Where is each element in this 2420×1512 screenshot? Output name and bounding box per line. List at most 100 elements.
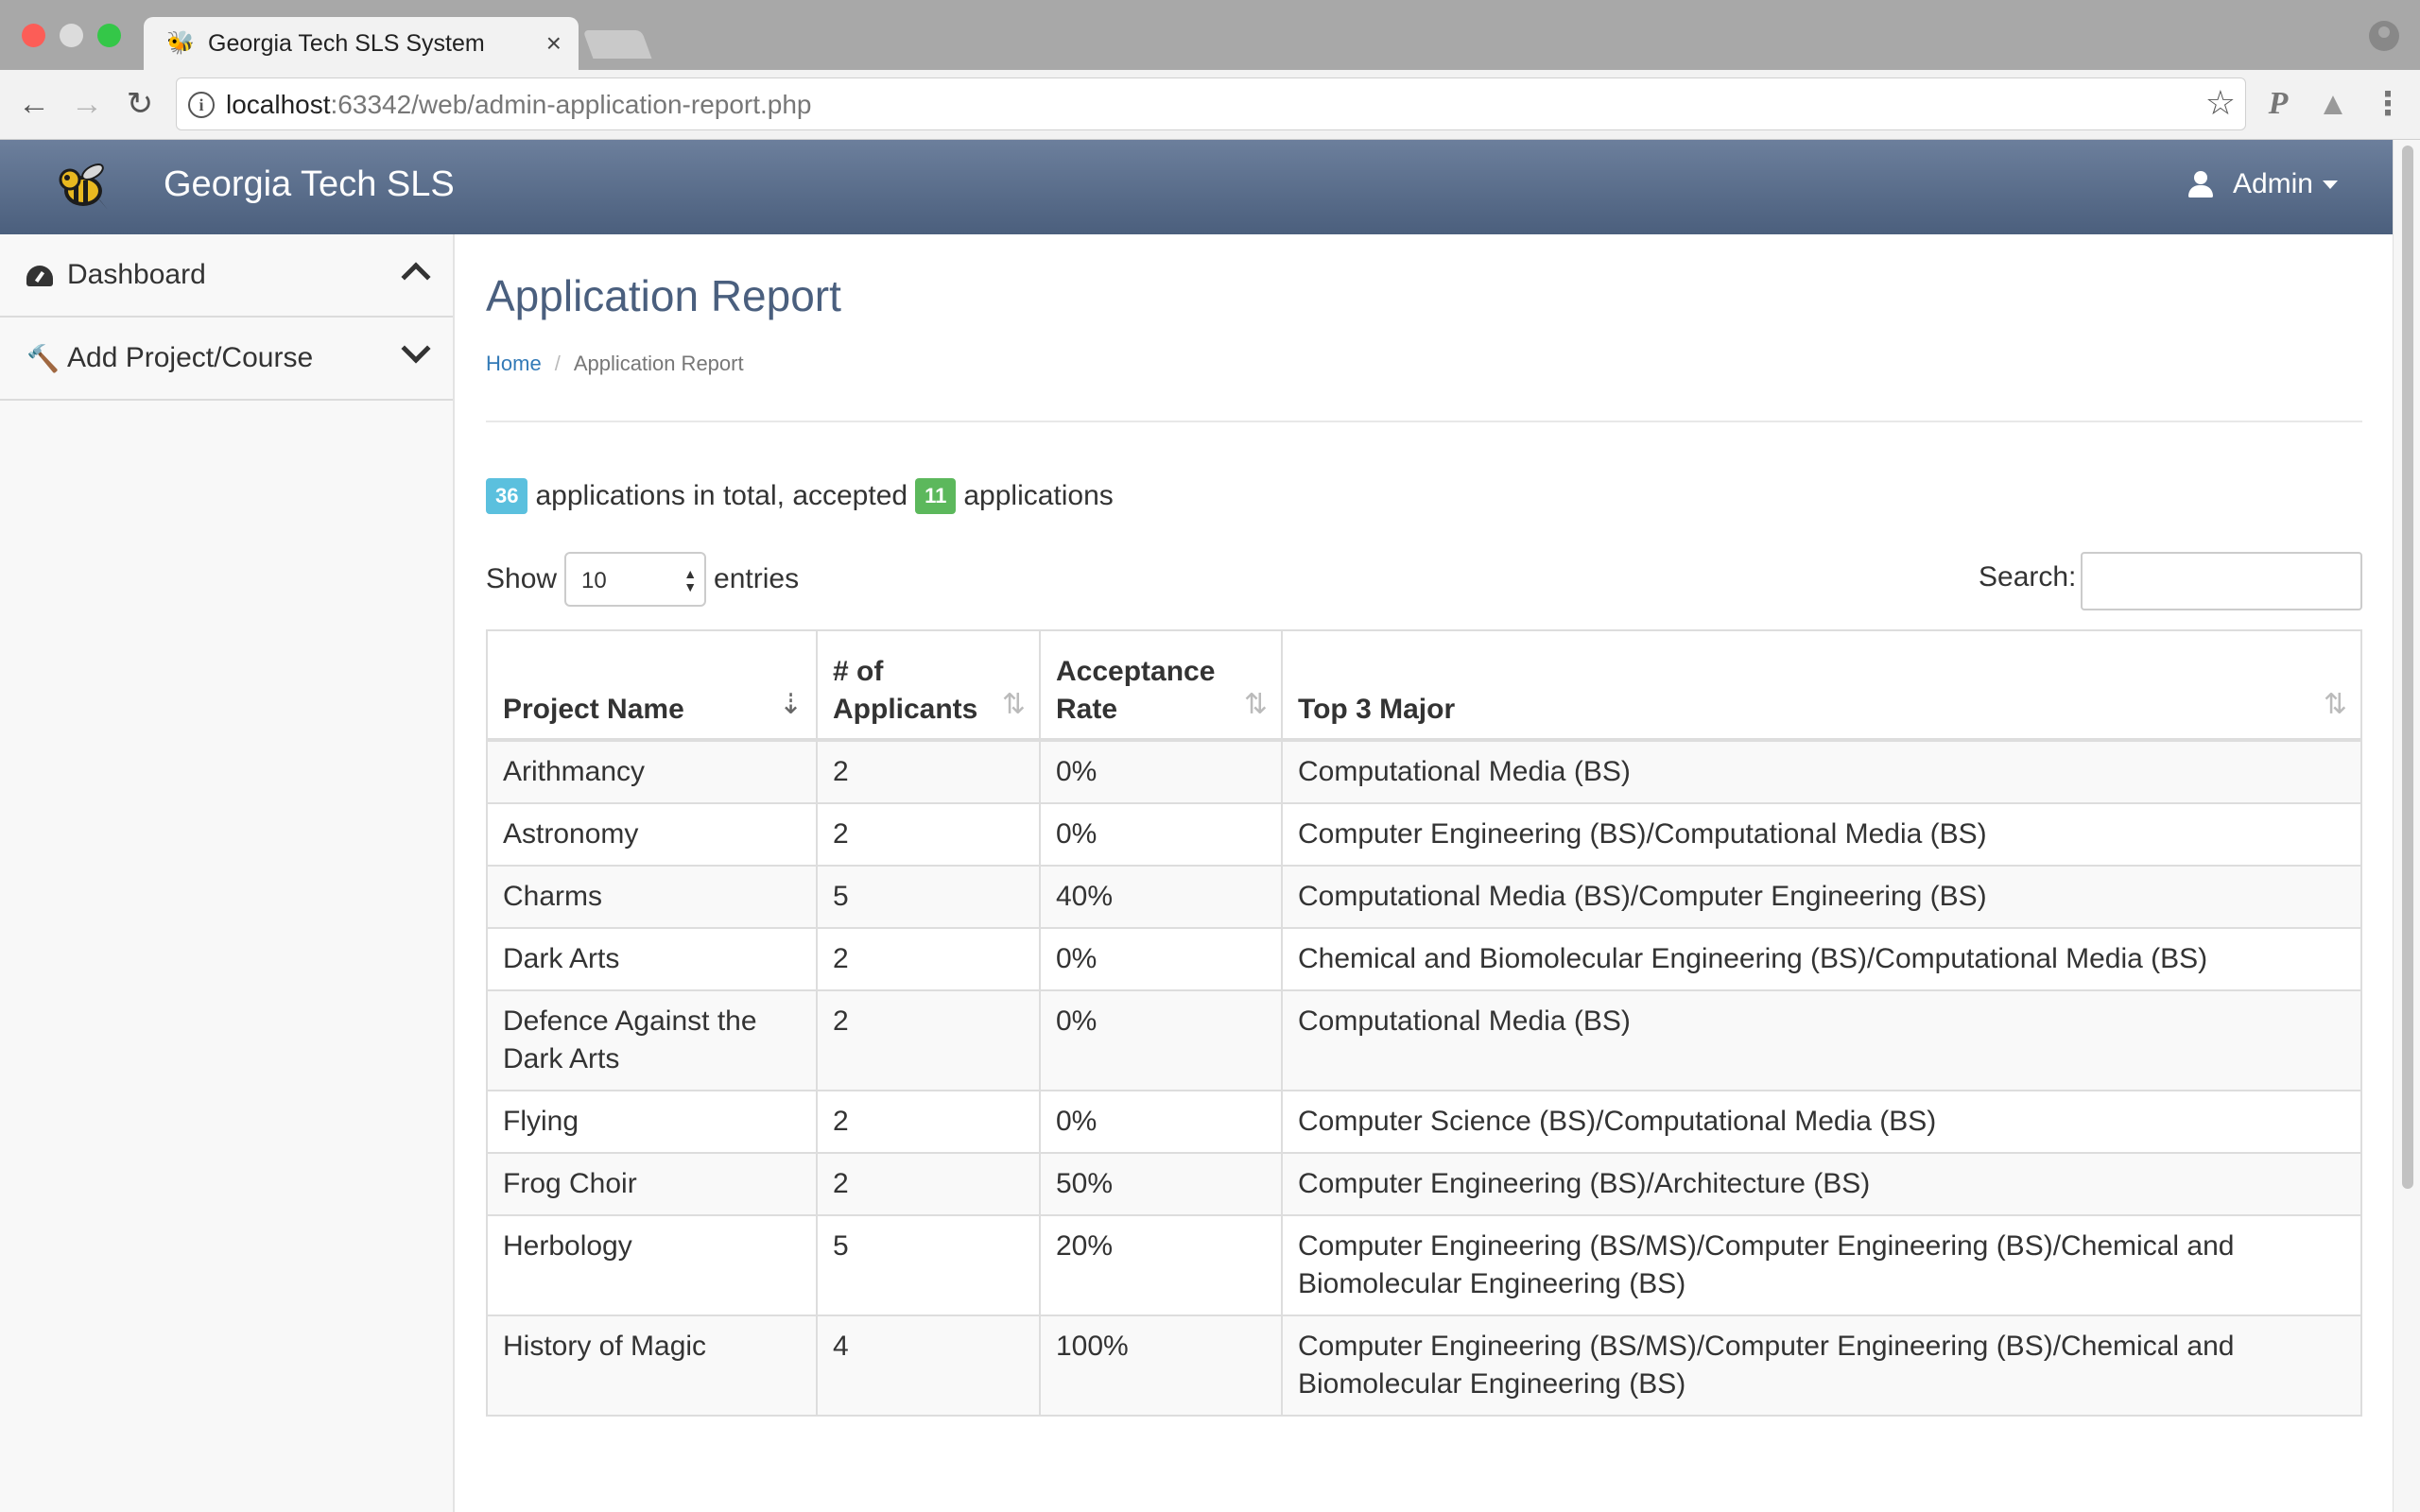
column-header-label: Project Name <box>503 694 684 725</box>
summary-text-total: applications in total, accepted <box>535 480 908 511</box>
cell-project-name: Frog Choir <box>486 1152 818 1216</box>
table-body: Arithmancy 2 0% Computational Media (BS) Ast… <box>486 739 2362 1417</box>
cell-applicants: 2 <box>816 739 1041 804</box>
cell-top-major: Computational Media (BS) <box>1281 989 2362 1091</box>
sort-both-icon: ⇅ <box>2323 689 2347 720</box>
app-navbar: Georgia Tech SLS Admin <box>0 140 2393 234</box>
column-header-label: # of Applicants <box>833 656 978 725</box>
back-arrow-icon[interactable]: ← <box>15 85 53 123</box>
column-header-label: Acceptance Rate <box>1056 656 1216 725</box>
column-header-acceptance-rate[interactable]: Acceptance Rate ⇅ <box>1039 629 1283 742</box>
entries-select-value: 10 <box>581 568 607 593</box>
paypal-extension-icon[interactable]: P <box>2259 85 2297 123</box>
admin-dropdown[interactable]: Admin <box>2187 168 2338 200</box>
gavel-icon: 🔨 <box>26 344 60 373</box>
cell-project-name: Arithmancy <box>486 739 818 804</box>
cell-applicants: 5 <box>816 865 1041 929</box>
browser-tab[interactable]: 🐝 Georgia Tech SLS System × <box>144 17 579 70</box>
profile-icon[interactable] <box>2369 21 2399 51</box>
cell-applicants: 2 <box>816 927 1041 991</box>
select-arrows-icon: ▲ ▼ <box>683 566 698 594</box>
table-header-row: Project Name ⇣ # of Applicants ⇅ Acceptanc… <box>486 629 2362 742</box>
column-header-applicants[interactable]: # of Applicants ⇅ <box>816 629 1041 742</box>
cell-top-major: Computer Science (BS)/Computational Medi… <box>1281 1090 2362 1154</box>
breadcrumb-home-link[interactable]: Home <box>486 352 542 375</box>
cell-project-name: Flying <box>486 1090 818 1154</box>
cell-acceptance-rate: 40% <box>1039 865 1283 929</box>
application-summary: 36 applications in total, accepted 11 ap… <box>486 478 1114 514</box>
table-row: Flying 2 0% Computer Science (BS)/Computati… <box>486 1090 2362 1154</box>
forward-arrow-icon[interactable]: → <box>68 85 106 123</box>
url-text[interactable]: localhost:63342/web/admin-application-re… <box>226 90 812 120</box>
total-applications-badge: 36 <box>486 478 528 514</box>
browser-menu-icon[interactable]: ⋮ <box>2369 85 2407 123</box>
cell-acceptance-rate: 0% <box>1039 927 1283 991</box>
admin-label: Admin <box>2232 168 2313 199</box>
cell-acceptance-rate: 0% <box>1039 802 1283 867</box>
search-input[interactable] <box>2081 552 2362 610</box>
drive-extension-icon[interactable]: ▲ <box>2314 85 2352 123</box>
entries-label: entries <box>714 563 800 594</box>
reload-icon[interactable]: ↻ <box>121 85 159 123</box>
info-icon[interactable]: i <box>188 92 215 118</box>
show-label: Show <box>486 563 558 594</box>
close-window-button[interactable] <box>22 24 45 47</box>
yellow-jacket-logo-icon[interactable] <box>51 157 112 217</box>
sort-both-icon: ⇅ <box>1243 689 1268 720</box>
search-label: Search: <box>1979 561 2077 593</box>
tab-title: Georgia Tech SLS System <box>208 30 485 57</box>
divider <box>486 421 2362 422</box>
sidebar-item-label: Add Project/Course <box>67 342 314 373</box>
browser-toolbar: ← → ↻ i localhost:63342/web/admin-applic… <box>0 70 2420 140</box>
cell-project-name: Defence Against the Dark Arts <box>486 989 818 1091</box>
cell-top-major: Computer Engineering (BS)/Architecture (… <box>1281 1152 2362 1216</box>
sidebar-item-add-project-course[interactable]: 🔨 Add Project/Course <box>0 318 453 401</box>
cell-top-major: Computational Media (BS)/Computer Engine… <box>1281 865 2362 929</box>
sort-both-icon: ⇅ <box>1001 689 1026 720</box>
page-scrollbar[interactable] <box>2393 140 2420 1512</box>
chevron-up-icon <box>401 262 431 292</box>
url-host: localhost <box>226 90 331 119</box>
main-content: Application Report Home / Application Repo… <box>455 234 2393 1512</box>
cell-top-major: Computer Engineering (BS)/Computational … <box>1281 802 2362 867</box>
new-tab-button[interactable] <box>582 30 652 59</box>
tab-close-icon[interactable]: × <box>546 28 562 59</box>
sidebar-item-dashboard[interactable]: Dashboard <box>0 234 453 318</box>
table-row: Defence Against the Dark Arts 2 0% Computat… <box>486 989 2362 1091</box>
brand-title[interactable]: Georgia Tech SLS <box>164 164 455 205</box>
table-row: Charms 5 40% Computational Media (BS)/Compu… <box>486 865 2362 929</box>
maximize-window-button[interactable] <box>97 24 121 47</box>
cell-acceptance-rate: 0% <box>1039 989 1283 1091</box>
summary-text-accepted: applications <box>963 480 1114 511</box>
table-row: Frog Choir 2 50% Computer Engineering (BS)/… <box>486 1152 2362 1216</box>
buzz-favicon-icon: 🐝 <box>166 30 195 56</box>
cell-acceptance-rate: 50% <box>1039 1152 1283 1216</box>
cell-applicants: 2 <box>816 1090 1041 1154</box>
cell-applicants: 4 <box>816 1314 1041 1417</box>
cell-top-major: Computational Media (BS) <box>1281 739 2362 804</box>
accepted-applications-badge: 11 <box>915 478 957 514</box>
minimize-window-button[interactable] <box>60 24 83 47</box>
cell-applicants: 5 <box>816 1214 1041 1316</box>
sidebar: Dashboard 🔨 Add Project/Course <box>0 234 455 1512</box>
cell-top-major: Computer Engineering (BS/MS)/Computer En… <box>1281 1214 2362 1316</box>
cell-acceptance-rate: 0% <box>1039 739 1283 804</box>
cell-project-name: Herbology <box>486 1214 818 1316</box>
url-path: :63342/web/admin-application-report.php <box>330 90 812 119</box>
bookmark-star-icon[interactable]: ☆ <box>2205 86 2236 120</box>
table-row: Herbology 5 20% Computer Engineering (BS/MS… <box>486 1214 2362 1316</box>
table-row: Astronomy 2 0% Computer Engineering (BS)/Co… <box>486 802 2362 867</box>
page-scrollbar-thumb[interactable] <box>2402 146 2413 1189</box>
browser-tabstrip: 🐝 Georgia Tech SLS System × <box>0 0 2420 70</box>
cell-acceptance-rate: 0% <box>1039 1090 1283 1154</box>
column-header-project-name[interactable]: Project Name ⇣ <box>486 629 818 742</box>
column-header-label: Top 3 Major <box>1298 694 1456 725</box>
cell-applicants: 2 <box>816 802 1041 867</box>
cell-acceptance-rate: 20% <box>1039 1214 1283 1316</box>
chevron-down-icon <box>401 334 431 364</box>
cell-project-name: History of Magic <box>486 1314 818 1417</box>
column-header-top-major[interactable]: Top 3 Major ⇅ <box>1281 629 2362 742</box>
address-bar[interactable]: i localhost:63342/web/admin-application-… <box>176 77 2246 130</box>
entries-select[interactable]: 10 ▲ ▼ <box>564 552 707 607</box>
user-icon <box>2187 171 2214 198</box>
